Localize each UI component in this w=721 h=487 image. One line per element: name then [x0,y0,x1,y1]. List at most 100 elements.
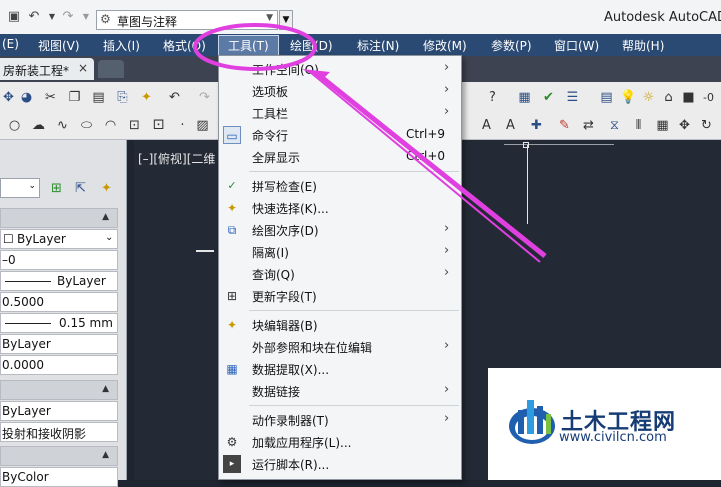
make-block-icon[interactable]: ⚀ [150,117,167,134]
redo-icon[interactable]: ↷ [60,9,76,25]
redo-icon[interactable]: ↷ [196,89,213,106]
hatch-icon[interactable]: ▨ [194,117,211,134]
menu-format[interactable]: 格式(O) [163,37,206,54]
chevron-down-icon[interactable]: ▼ [44,9,60,25]
sun-icon[interactable]: ☼ [640,89,657,106]
section-header-general[interactable]: ▲ [0,208,118,228]
undo-icon[interactable]: ↶ [166,89,183,106]
block-icon[interactable]: ✦ [138,89,155,106]
chevron-right-icon: › [444,82,450,97]
publish-icon[interactable]: ◕ [18,89,35,106]
property-linetype-scale[interactable]: 0.5000 [0,292,118,312]
menu-item-inquiry[interactable]: 查询(Q) › [219,263,461,285]
undo-icon[interactable]: ↶ [26,9,42,25]
offset-icon[interactable]: ⫴ [630,117,647,134]
quick-access-dropdown[interactable]: ▼ [279,10,293,30]
update-field-icon: ⊞ [226,289,238,303]
property-plot-style[interactable]: ByColor [0,467,118,487]
menu-item-data-links[interactable]: 数据链接 › [219,380,461,402]
array-icon[interactable]: ▦ [654,117,671,134]
point-icon[interactable]: · [174,117,191,134]
match-properties-icon[interactable]: ⎘ [114,89,131,106]
menu-item-block-editor[interactable]: ✦ 块编辑器(B) [219,314,461,336]
menu-item-update-fields[interactable]: ⊞ 更新字段(T) [219,285,461,307]
menu-dimension[interactable]: 标注(N) [357,37,399,54]
menu-item-workspaces[interactable]: 工作空间(O) › [219,58,461,80]
menu-item-isolate[interactable]: 隔离(I) › [219,241,461,263]
check-icon[interactable]: ✔ [540,89,557,106]
menu-item-action-recorder[interactable]: 动作录制器(T) › [219,409,461,431]
chevron-down-icon[interactable]: ▼ [78,9,94,25]
new-tab-button[interactable] [98,60,124,78]
section-header-3d[interactable]: ▲ [0,380,118,400]
drawing-fragment [196,250,214,256]
text-icon[interactable]: A [502,117,519,134]
property-transparency[interactable]: ByLayer [0,334,118,354]
spline-icon[interactable]: ∿ [54,117,71,134]
layer-properties-icon[interactable]: ☰ [564,89,581,106]
menu-edit[interactable]: (E) [2,37,19,51]
paste-icon[interactable]: ▤ [90,89,107,106]
ellipse-icon[interactable]: ⬭ [78,117,95,134]
menu-modify[interactable]: 修改(M) [423,37,467,54]
menu-parametric[interactable]: 参数(P) [491,37,532,54]
copy-object-icon[interactable]: ⇄ [580,117,597,134]
selection-dropdown[interactable]: ⌄ [0,178,40,198]
section-header-plot[interactable]: ▲ [0,446,118,466]
menu-view[interactable]: 视图(V) [38,37,80,54]
rotate-icon[interactable]: ↻ [698,117,715,134]
ellipse-arc-icon[interactable]: ◠ [102,117,119,134]
property-thickness[interactable]: 0.0000 [0,355,118,375]
menu-window[interactable]: 窗口(W) [554,37,599,54]
quick-select-icon[interactable]: ✦ [98,180,115,197]
menu-item-xref-edit[interactable]: 外部参照和块在位编辑 › [219,336,461,358]
save-icon[interactable]: ▣ [6,9,22,25]
chevron-right-icon: › [444,104,450,119]
select-objects-icon[interactable]: ⇱ [72,180,89,197]
menu-item-quick-select[interactable]: ✦ 快速选择(K)... [219,197,461,219]
menu-item-spelling[interactable]: ✓ 拼写检查(E) [219,175,461,197]
property-layer[interactable]: –0 [0,250,118,270]
menu-item-run-script[interactable]: ▸ 运行脚本(R)... [219,453,461,475]
menu-item-palettes[interactable]: 选项板 › [219,80,461,102]
viewport-label[interactable]: [–][俯视][二维 [138,150,215,167]
layers-icon[interactable]: ▤ [598,89,615,106]
circle-icon[interactable]: ○ [6,117,23,134]
menu-item-data-extraction[interactable]: ▦ 数据提取(X)... [219,358,461,380]
revcloud-icon[interactable]: ☁ [30,117,47,134]
menu-item-clean-screen[interactable]: 全屏显示 Ctrl+0 [219,146,461,168]
multiline-text-icon[interactable]: A [478,117,495,134]
menu-item-command-line[interactable]: ▭ 命令行 Ctrl+9 [219,124,461,146]
move-icon[interactable]: ✥ [676,117,693,134]
property-color[interactable]: ☐ ByLayer ⌄ [0,229,118,249]
menu-help[interactable]: 帮助(H) [622,37,664,54]
bulb-icon[interactable]: 💡 [620,89,637,106]
property-lineweight[interactable]: 0.15 mm [0,313,118,333]
block-editor-icon: ✦ [226,318,238,332]
cut-icon[interactable]: ✂ [42,89,59,106]
menu-item-toolbars[interactable]: 工具栏 › [219,102,461,124]
close-icon[interactable]: × [78,61,88,75]
pan-icon[interactable]: ✥ [0,89,17,106]
mirror-icon[interactable]: ⧖ [606,117,623,134]
copy-icon[interactable]: ❐ [66,89,83,106]
chevron-right-icon: › [444,243,450,258]
document-tab[interactable]: 房新装工程* × [0,58,94,80]
add-selected-icon[interactable]: ✚ [528,117,545,134]
property-linetype[interactable]: ByLayer [0,271,118,291]
property-material[interactable]: ByLayer [0,401,118,421]
help-icon[interactable]: ? [484,89,501,106]
menu-insert[interactable]: 插入(I) [103,37,140,54]
property-shadow[interactable]: 投射和接收阴影 [0,422,118,442]
menu-item-draw-order[interactable]: ⧉ 绘图次序(D) › [219,219,461,241]
menu-draw[interactable]: 绘图(D) [290,37,333,54]
table-icon[interactable]: ▦ [516,89,533,106]
color-box-icon[interactable]: ■ [680,89,697,106]
menu-tools[interactable]: 工具(T) [218,35,279,56]
menu-item-load-application[interactable]: ⚙ 加载应用程序(L)... [219,431,461,453]
workspace-selector[interactable]: ⚙ 草图与注释 ▼ [96,10,278,30]
lock-icon[interactable]: ⌂ [660,89,677,106]
erase-icon[interactable]: ✎ [556,117,573,134]
insert-block-icon[interactable]: ⊡ [126,117,143,134]
toggle-pickadd-icon[interactable]: ⊞ [48,180,65,197]
